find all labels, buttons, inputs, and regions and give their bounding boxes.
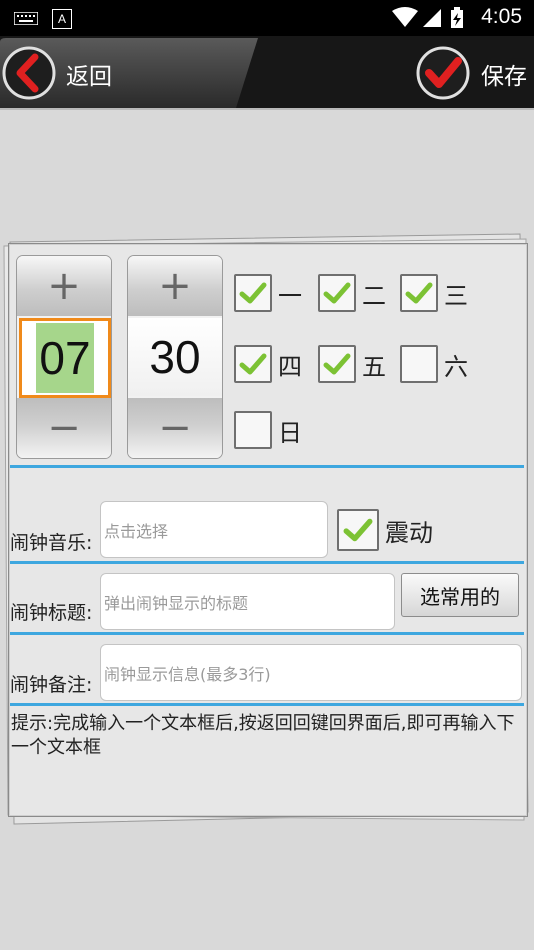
weekday-saturday[interactable]: 六	[400, 343, 468, 385]
music-select-field[interactable]: 点击选择	[100, 501, 328, 558]
checkbox[interactable]	[400, 274, 438, 312]
cellular-signal-icon	[423, 9, 441, 27]
checkmark-icon	[239, 353, 267, 375]
checkbox[interactable]	[318, 345, 356, 383]
app-bar: 返回 保存	[0, 36, 534, 110]
vibrate-label: 震动	[385, 518, 433, 547]
checkbox[interactable]	[234, 274, 272, 312]
weekday-friday[interactable]: 五	[318, 343, 386, 385]
battery-charging-icon	[451, 7, 463, 28]
section-divider	[10, 632, 524, 635]
section-divider	[10, 561, 524, 564]
weekday-label: 三	[444, 281, 468, 310]
back-label[interactable]: 返回	[66, 57, 112, 91]
weekday-label: 日	[278, 418, 302, 447]
keyboard-icon	[14, 12, 38, 25]
checkbox[interactable]	[400, 345, 438, 383]
note-placeholder: 闹钟显示信息(最多3行)	[104, 664, 271, 684]
status-time: 4:05	[481, 5, 522, 28]
back-button[interactable]	[2, 46, 56, 100]
checkmark-icon	[343, 518, 373, 542]
minus-icon: −	[158, 405, 192, 451]
section-divider	[10, 465, 524, 468]
vibrate-checkbox[interactable]	[337, 509, 379, 551]
weekday-label: 二	[362, 281, 386, 310]
plus-icon: +	[47, 263, 81, 309]
wifi-icon	[392, 7, 418, 27]
note-input[interactable]: 闹钟显示信息(最多3行)	[100, 644, 522, 701]
weekday-label: 一	[278, 281, 302, 310]
section-divider	[10, 703, 524, 706]
choose-common-button[interactable]: 选常用的	[401, 573, 519, 617]
hint-text: 提示:完成输入一个文本框后,按返回回键回界面后,即可再输入下一个文本框	[11, 713, 515, 758]
minute-value[interactable]: 30	[128, 318, 222, 396]
checkmark-icon	[239, 282, 267, 304]
hour-increment-button[interactable]: +	[17, 256, 111, 316]
status-bar: A 4:05	[0, 0, 534, 36]
minus-icon: −	[47, 405, 81, 451]
weekday-tuesday[interactable]: 二	[318, 272, 386, 314]
checkbox[interactable]	[318, 274, 356, 312]
weekday-thursday[interactable]: 四	[234, 343, 302, 385]
weekday-label: 五	[362, 352, 386, 381]
checkmark-icon	[405, 282, 433, 304]
hour-value[interactable]: 07	[19, 318, 111, 398]
weekday-sunday[interactable]: 日	[234, 409, 302, 451]
weekday-label: 四	[278, 352, 302, 381]
weekday-wednesday[interactable]: 三	[400, 272, 468, 314]
minute-picker: + 30 −	[127, 255, 223, 459]
music-placeholder: 点击选择	[104, 521, 169, 541]
title-input[interactable]: 弹出闹钟显示的标题	[100, 573, 395, 630]
checkmark-icon	[323, 353, 351, 375]
minute-increment-button[interactable]: +	[128, 256, 222, 316]
weekday-label: 六	[444, 352, 468, 381]
music-label: 闹钟音乐:	[10, 532, 93, 554]
title-placeholder: 弹出闹钟显示的标题	[104, 593, 249, 613]
checkmark-icon	[323, 282, 351, 304]
system-icons	[392, 7, 463, 28]
vibrate-toggle[interactable]: 震动	[337, 509, 433, 551]
save-label[interactable]: 保存	[481, 57, 527, 91]
weekday-monday[interactable]: 一	[234, 272, 302, 314]
save-button[interactable]	[416, 46, 470, 100]
plus-icon: +	[158, 263, 192, 309]
minute-decrement-button[interactable]: −	[128, 398, 222, 458]
title-label: 闹钟标题:	[10, 602, 93, 624]
checkbox[interactable]	[234, 345, 272, 383]
note-label: 闹钟备注:	[10, 674, 93, 696]
hour-decrement-button[interactable]: −	[17, 398, 111, 458]
checkbox[interactable]	[234, 411, 272, 449]
hour-picker: + 07 −	[16, 255, 112, 459]
a-notification-icon: A	[52, 9, 72, 29]
